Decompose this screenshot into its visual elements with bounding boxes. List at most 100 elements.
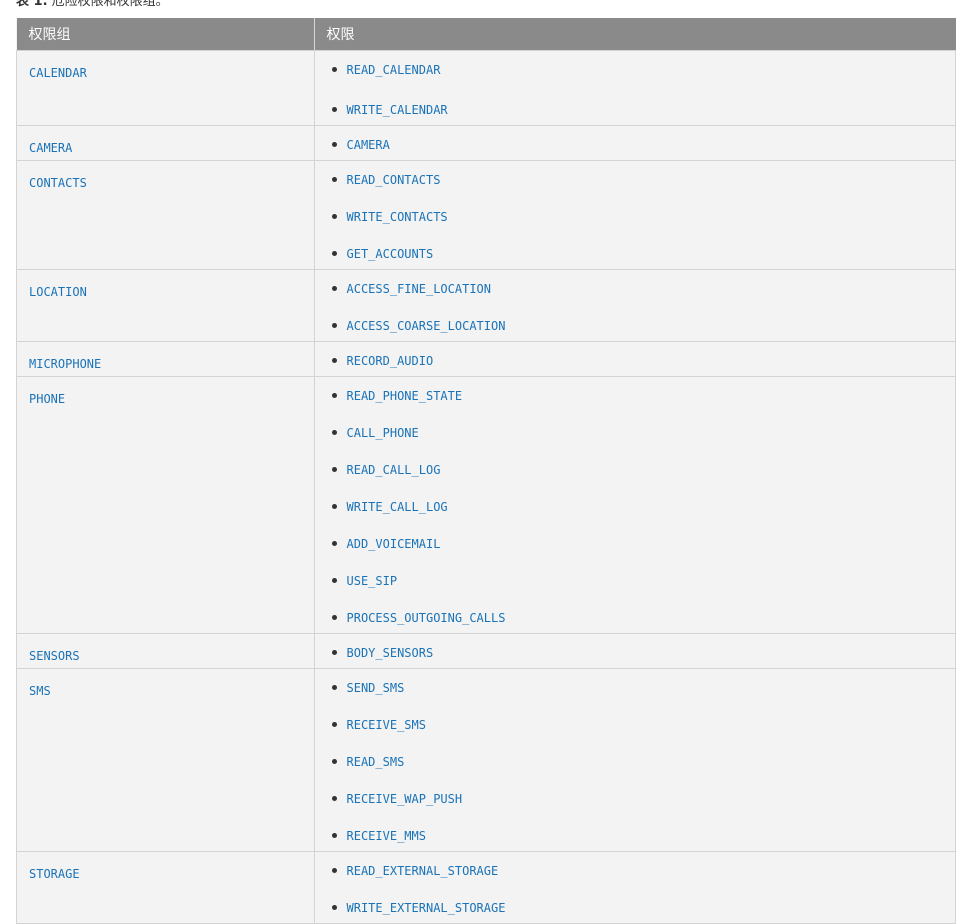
permissions-cell: SEND_SMS RECEIVE_SMS READ_SMS RECEIVE_WAP_P… xyxy=(313,668,956,852)
group-link[interactable]: LOCATION xyxy=(29,285,87,299)
permission-link[interactable]: READ_CALL_LOG xyxy=(347,463,441,477)
permission-link[interactable]: WRITE_CALL_LOG xyxy=(347,500,448,514)
bullet-icon xyxy=(331,177,337,182)
permission-link[interactable]: USE_SIP xyxy=(347,574,398,588)
table-caption: 表 1. 危险权限和权限组。 xyxy=(16,0,169,9)
permission-link[interactable]: READ_EXTERNAL_STORAGE xyxy=(347,864,499,878)
permission-link[interactable]: WRITE_CALENDAR xyxy=(347,103,448,117)
list-item: RECEIVE_SMS xyxy=(331,717,956,732)
list-item: SEND_SMS xyxy=(331,680,956,695)
bullet-icon xyxy=(331,142,337,147)
list-item: USE_SIP xyxy=(331,573,956,588)
permission-link[interactable]: READ_SMS xyxy=(347,755,405,769)
permission-link[interactable]: BODY_SENSORS xyxy=(347,646,434,660)
group-cell: CALENDAR xyxy=(16,50,315,126)
bullet-icon xyxy=(331,214,337,219)
bullet-icon xyxy=(331,467,337,472)
bullet-icon xyxy=(331,541,337,546)
permission-list: BODY_SENSORS xyxy=(315,634,956,668)
list-item: WRITE_CALL_LOG xyxy=(331,499,956,514)
list-item: WRITE_CONTACTS xyxy=(331,209,956,224)
permissions-cell: RECORD_AUDIO xyxy=(313,341,956,377)
permission-link[interactable]: PROCESS_OUTGOING_CALLS xyxy=(347,611,506,625)
group-link[interactable]: CALENDAR xyxy=(29,66,87,80)
bullet-icon xyxy=(331,759,337,764)
permission-link[interactable]: READ_CALENDAR xyxy=(347,63,441,77)
bullet-icon xyxy=(331,286,337,291)
permissions-cell: BODY_SENSORS xyxy=(313,633,956,669)
permission-list: CAMERA xyxy=(315,126,956,160)
group-link[interactable]: SENSORS xyxy=(29,649,80,663)
permission-link[interactable]: CAMERA xyxy=(347,138,390,152)
column-header-permission: 权限 xyxy=(314,18,956,51)
table-row: STORAGE READ_EXTERNAL_STORAGE WRITE_EXTERN… xyxy=(16,851,956,924)
permission-list: SEND_SMS RECEIVE_SMS READ_SMS RECEIVE_WAP_P… xyxy=(315,669,956,851)
permissions-cell: READ_EXTERNAL_STORAGE WRITE_EXTERNAL_STOR… xyxy=(313,851,956,924)
list-item: RECORD_AUDIO xyxy=(331,353,956,368)
list-item: ACCESS_COARSE_LOCATION xyxy=(331,318,956,333)
permission-link[interactable]: ACCESS_COARSE_LOCATION xyxy=(347,319,506,333)
caption-text: 危险权限和权限组。 xyxy=(47,0,169,9)
list-item: READ_SMS xyxy=(331,754,956,769)
list-item: ADD_VOICEMAIL xyxy=(331,536,956,551)
permission-list: ACCESS_FINE_LOCATION ACCESS_COARSE_LOCATI… xyxy=(315,270,956,341)
bullet-icon xyxy=(331,796,337,801)
bullet-icon xyxy=(331,578,337,583)
group-link[interactable]: CAMERA xyxy=(29,141,72,155)
permission-link[interactable]: CALL_PHONE xyxy=(347,426,419,440)
group-link[interactable]: SMS xyxy=(29,684,51,698)
table-row: MICROPHONE RECORD_AUDIO xyxy=(16,341,956,377)
permissions-cell: READ_CALENDAR WRITE_CALENDAR xyxy=(313,50,956,126)
group-link[interactable]: CONTACTS xyxy=(29,176,87,190)
list-item: BODY_SENSORS xyxy=(331,645,956,660)
permission-link[interactable]: WRITE_CONTACTS xyxy=(347,210,448,224)
permission-link[interactable]: READ_PHONE_STATE xyxy=(347,389,463,403)
bullet-icon xyxy=(331,722,337,727)
group-link[interactable]: PHONE xyxy=(29,392,65,406)
group-cell: STORAGE xyxy=(16,851,315,924)
permission-link[interactable]: RECEIVE_SMS xyxy=(347,718,426,732)
bullet-icon xyxy=(331,107,337,112)
table-header-row: 权限组 权限 xyxy=(16,18,956,51)
group-cell: MICROPHONE xyxy=(16,341,315,377)
bullet-icon xyxy=(331,868,337,873)
permission-list: READ_CONTACTS WRITE_CONTACTS GET_ACCOUNTS xyxy=(315,161,956,269)
bullet-icon xyxy=(331,504,337,509)
permissions-cell: ACCESS_FINE_LOCATION ACCESS_COARSE_LOCATI… xyxy=(313,269,956,342)
group-link[interactable]: MICROPHONE xyxy=(29,357,101,371)
table-row: SMS SEND_SMS RECEIVE_SMS READ_SMS RECEIVE_WA… xyxy=(16,668,956,852)
permissions-table: 权限组 权限 CALENDAR READ_CALENDAR WRITE_CALEND… xyxy=(16,18,956,924)
bullet-icon xyxy=(331,323,337,328)
list-item: CAMERA xyxy=(331,137,956,152)
permission-link[interactable]: SEND_SMS xyxy=(347,681,405,695)
permission-link[interactable]: ADD_VOICEMAIL xyxy=(347,537,441,551)
permission-link[interactable]: RECEIVE_MMS xyxy=(347,829,426,843)
permission-list: RECORD_AUDIO xyxy=(315,342,956,376)
bullet-icon xyxy=(331,833,337,838)
list-item: PROCESS_OUTGOING_CALLS xyxy=(331,610,956,625)
bullet-icon xyxy=(331,251,337,256)
list-item: CALL_PHONE xyxy=(331,425,956,440)
group-cell: PHONE xyxy=(16,376,315,634)
table-row: CONTACTS READ_CONTACTS WRITE_CONTACTS GET_A… xyxy=(16,160,956,270)
list-item: READ_PHONE_STATE xyxy=(331,388,956,403)
list-item: RECEIVE_MMS xyxy=(331,828,956,843)
caption-label: 表 1. xyxy=(16,0,48,9)
permission-link[interactable]: ACCESS_FINE_LOCATION xyxy=(347,282,492,296)
list-item: RECEIVE_WAP_PUSH xyxy=(331,791,956,806)
bullet-icon xyxy=(331,905,337,910)
permission-link[interactable]: READ_CONTACTS xyxy=(347,173,441,187)
permission-link[interactable]: GET_ACCOUNTS xyxy=(347,247,434,261)
group-cell: CONTACTS xyxy=(16,160,315,270)
list-item: READ_EXTERNAL_STORAGE xyxy=(331,863,956,878)
table-body: CALENDAR READ_CALENDAR WRITE_CALENDAR CAMER… xyxy=(16,50,956,924)
permission-link[interactable]: WRITE_EXTERNAL_STORAGE xyxy=(347,901,506,915)
permission-link[interactable]: RECEIVE_WAP_PUSH xyxy=(347,792,463,806)
table-row: CALENDAR READ_CALENDAR WRITE_CALENDAR xyxy=(16,50,956,126)
bullet-icon xyxy=(331,393,337,398)
table-row: PHONE READ_PHONE_STATE CALL_PHONE READ_CALL… xyxy=(16,376,956,634)
group-link[interactable]: STORAGE xyxy=(29,867,80,881)
table-row: LOCATION ACCESS_FINE_LOCATION ACCESS_COARS… xyxy=(16,269,956,342)
permission-link[interactable]: RECORD_AUDIO xyxy=(347,354,434,368)
group-cell: CAMERA xyxy=(16,125,315,161)
